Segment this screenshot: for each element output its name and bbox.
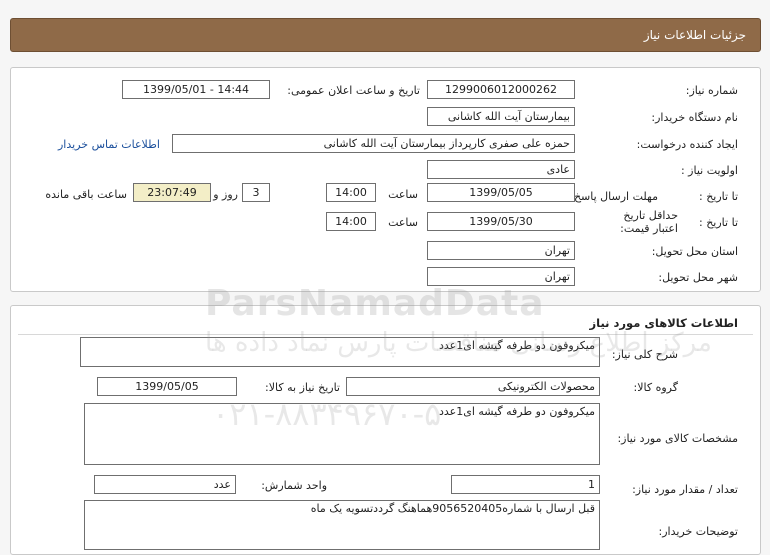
validity-time-label: ساعت (388, 216, 418, 229)
priority-field: عادی (427, 160, 575, 179)
unit-field: عدد (94, 475, 236, 494)
requester-label: ایجاد کننده درخواست: (636, 138, 738, 151)
group-field: محصولات الکترونیکی (346, 377, 600, 396)
city-field: تهران (427, 267, 575, 286)
days-remaining-field: 3 (242, 183, 270, 202)
buyer-notes-field: قبل ارسال با شماره9056520405هماهنگ گرددت… (84, 500, 600, 550)
send-to-date-label: تا تاریخ : (699, 190, 738, 203)
announce-datetime-field: 1399/05/01 - 14:44 (122, 80, 270, 99)
specs-field: میکروفون دو طرفه گیشه ای1عدد (84, 403, 600, 465)
goods-section-title: اطلاعات کالاهای مورد نیاز (589, 316, 738, 330)
validity-time-field: 14:00 (326, 212, 376, 231)
need-date-label: تاریخ نیاز به کالا: (265, 381, 340, 394)
send-deadline-label: مهلت ارسال پاسخ: (570, 190, 658, 203)
qty-field: 1 (451, 475, 600, 494)
need-number-label: شماره نیاز: (685, 84, 738, 97)
specs-label: مشخصات کالای مورد نیاز: (617, 432, 738, 445)
general-desc-label: شرح کلی نیاز: (611, 348, 678, 361)
buyer-notes-label: توضیحات خریدار: (658, 525, 739, 538)
province-label: استان محل تحویل: (651, 245, 738, 258)
requester-field: حمزه علی صفری کارپرداز بیمارستان آیت الل… (172, 134, 575, 153)
send-time-field: 14:00 (326, 183, 376, 202)
section-divider (18, 334, 753, 335)
buyer-org-field: بیمارستان آیت الله کاشانی (427, 107, 575, 126)
validity-label: حداقل تاریخ اعتبار قیمت: (620, 209, 678, 235)
days-label: روز و (213, 188, 238, 201)
validity-to-date-label: تا تاریخ : (699, 216, 738, 229)
page-header: جزئیات اطلاعات نیاز (10, 18, 761, 52)
need-info-panel (10, 67, 761, 292)
general-desc-field: میکروفون دو طرفه گیشه ای1عدد (80, 337, 600, 367)
remaining-label: ساعت باقی مانده (45, 188, 127, 201)
buyer-org-label: نام دستگاه خریدار: (651, 111, 738, 124)
send-time-label: ساعت (388, 188, 418, 201)
need-number-field: 1299006012000262 (427, 80, 575, 99)
remaining-time-field: 23:07:49 (133, 183, 211, 202)
priority-label: اولویت نیاز : (680, 164, 738, 177)
send-date-field: 1399/05/05 (427, 183, 575, 202)
group-label: گروه کالا: (633, 381, 678, 394)
unit-label: واحد شمارش: (261, 479, 327, 492)
province-field: تهران (427, 241, 575, 260)
city-label: شهر محل تحویل: (658, 271, 738, 284)
need-date-field: 1399/05/05 (97, 377, 237, 396)
page-title: جزئیات اطلاعات نیاز (643, 28, 746, 42)
qty-label: تعداد / مقدار مورد نیاز: (632, 483, 738, 496)
validity-date-field: 1399/05/30 (427, 212, 575, 231)
buyer-contact-link[interactable]: اطلاعات تماس خریدار (58, 138, 160, 151)
announce-label: تاریخ و ساعت اعلان عمومی: (287, 84, 420, 97)
